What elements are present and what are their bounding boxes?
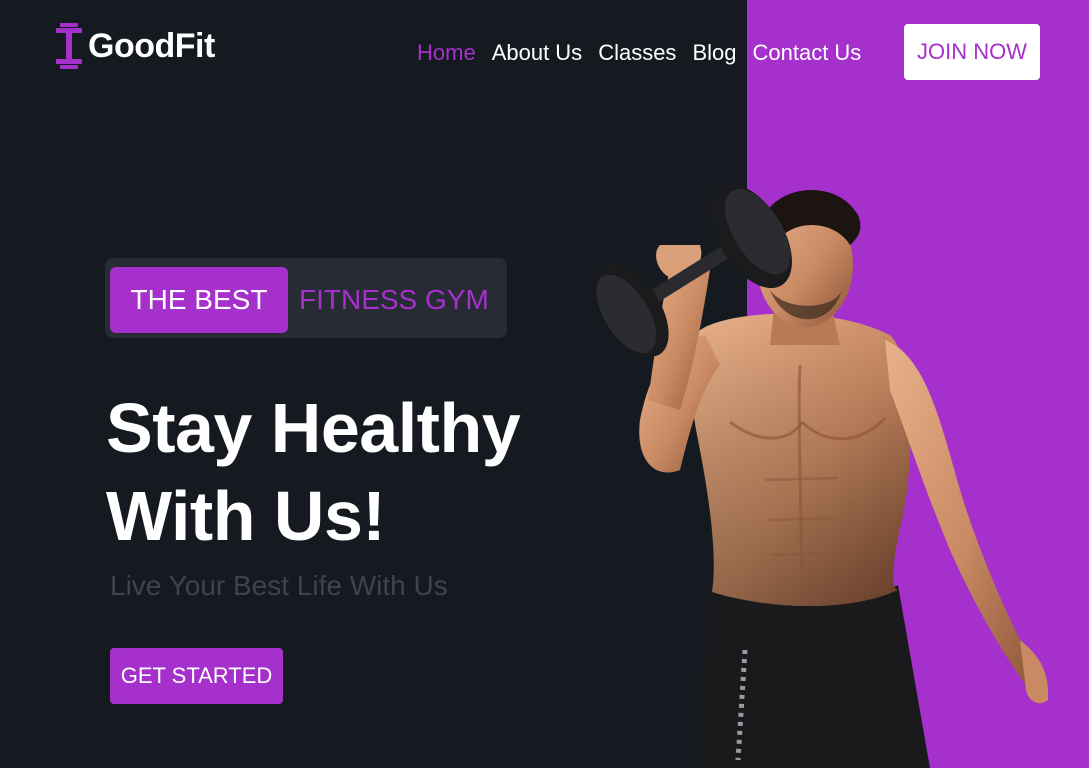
hero-headline: Stay Healthy With Us! [106,384,521,560]
badge-highlight: THE BEST [110,267,288,333]
badge-text: FITNESS GYM [299,284,489,315]
nav-item-home[interactable]: Home [417,40,476,66]
nav-item-contact-us[interactable]: Contact Us [752,40,861,66]
brand-logo[interactable]: GoodFit [56,22,215,70]
nav-item-classes[interactable]: Classes [598,40,676,66]
nav-item-blog[interactable]: Blog [692,40,736,66]
brand-name: GoodFit [88,26,215,65]
headline-line-1: Stay Healthy [106,389,521,467]
landing-page: GoodFit Home About Us Classes Blog Conta… [0,0,1089,768]
main-nav: Home About Us Classes Blog Contact Us [417,40,861,66]
hero-badge: THE BEST FITNESS GYM [105,258,507,338]
hero-subheadline: Live Your Best Life With Us [110,570,448,601]
hero-image [595,183,1049,768]
headline-line-2: With Us! [106,477,386,555]
dumbbell-icon [56,23,82,69]
nav-item-about-us[interactable]: About Us [492,40,583,66]
join-now-button[interactable]: JOIN NOW [904,24,1040,80]
get-started-button[interactable]: GET STARTED [110,648,283,704]
